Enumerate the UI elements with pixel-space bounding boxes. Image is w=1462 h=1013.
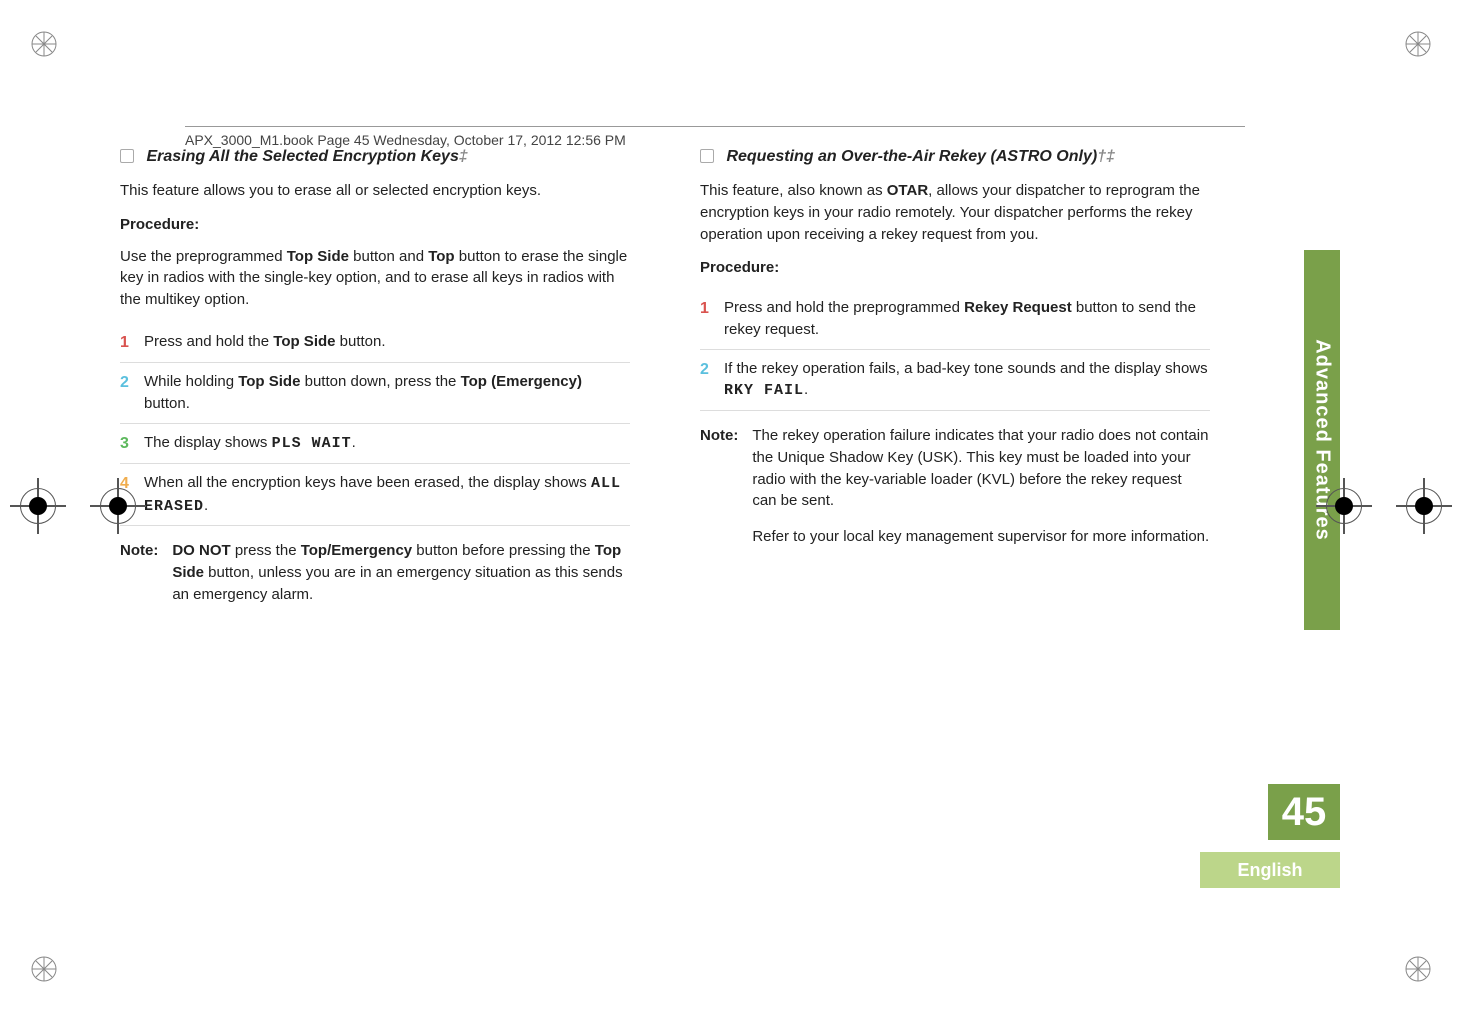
t: If the rekey operation fails, a bad-key … [724, 360, 1208, 377]
t: button. [144, 395, 190, 412]
content-columns: Erasing All the Selected Encryption Keys… [120, 100, 1340, 606]
side-tab: Advanced Features [1304, 250, 1340, 630]
t: button and [349, 248, 428, 265]
step-text: Press and hold the Top Side button. [144, 331, 630, 353]
left-procedure-desc: Use the preprogrammed Top Side button an… [120, 246, 630, 311]
t: press the [231, 542, 301, 559]
left-title-text: Erasing All the Selected Encryption Keys [146, 148, 458, 165]
registration-mark-icon [30, 30, 58, 58]
step-number: 1 [120, 331, 144, 354]
t: Top Side [273, 333, 335, 350]
language-label: English [1200, 852, 1340, 888]
t: button, unless you are in an emergency s… [172, 564, 622, 603]
left-step: 4 When all the encryption keys have been… [120, 463, 630, 527]
left-note: Note: DO NOT press the Top/Emergency but… [120, 540, 630, 605]
step-text: The display shows PLS WAIT. [144, 432, 630, 455]
registration-mark-icon [1406, 488, 1442, 524]
document-page: APX_3000_M1.book Page 45 Wednesday, Octo… [120, 100, 1340, 910]
t: button before pressing the [412, 542, 595, 559]
t: Press and hold the preprogrammed [724, 299, 964, 316]
t: Top Side [238, 373, 300, 390]
left-intro: This feature allows you to erase all or … [120, 180, 630, 202]
t: Top Side [287, 248, 349, 265]
header-rule [185, 126, 1245, 127]
step-text: When all the encryption keys have been e… [144, 472, 630, 518]
right-section-title: Requesting an Over-the-Air Rekey (ASTRO … [700, 145, 1210, 168]
left-step: 1 Press and hold the Top Side button. [120, 323, 630, 362]
right-title-text: Requesting an Over-the-Air Rekey (ASTRO … [726, 148, 1097, 165]
note-label: Note: [700, 425, 738, 548]
t: When all the encryption keys have been e… [144, 474, 591, 491]
step-number: 2 [700, 358, 724, 381]
t: Rekey Request [964, 299, 1072, 316]
registration-mark-icon [100, 488, 136, 524]
right-step: 2 If the rekey operation fails, a bad-ke… [700, 349, 1210, 412]
left-column: Erasing All the Selected Encryption Keys… [120, 145, 630, 606]
registration-mark-icon [1404, 955, 1432, 983]
book-icon [120, 149, 134, 163]
t: Top/Emergency [301, 542, 412, 559]
left-procedure-label: Procedure: [120, 214, 630, 236]
step-number: 1 [700, 297, 724, 320]
step-number: 2 [120, 371, 144, 394]
t: . [804, 381, 808, 398]
t: DO NOT [172, 542, 230, 559]
left-step: 3 The display shows PLS WAIT. [120, 423, 630, 463]
note-label: Note: [120, 540, 158, 605]
step-text: While holding Top Side button down, pres… [144, 371, 630, 415]
right-title-dagger: †‡ [1097, 148, 1115, 165]
running-header: APX_3000_M1.book Page 45 Wednesday, Octo… [185, 132, 626, 148]
t: . [352, 434, 356, 451]
book-icon [700, 149, 714, 163]
registration-mark-icon [1326, 488, 1362, 524]
t: Use the preprogrammed [120, 248, 287, 265]
right-column: Requesting an Over-the-Air Rekey (ASTRO … [700, 145, 1210, 606]
lcd-text: PLS WAIT [272, 435, 352, 452]
step-text: Press and hold the preprogrammed Rekey R… [724, 297, 1210, 341]
right-step: 1 Press and hold the preprogrammed Rekey… [700, 289, 1210, 349]
left-title-dagger: ‡ [459, 148, 468, 165]
t: button down, press the [300, 373, 460, 390]
note-paragraph: The rekey operation failure indicates th… [752, 425, 1210, 512]
t: OTAR [887, 182, 928, 199]
step-number: 3 [120, 432, 144, 455]
t: The display shows [144, 434, 272, 451]
page-number: 45 [1268, 784, 1340, 840]
t: While holding [144, 373, 238, 390]
t: Press and hold the [144, 333, 273, 350]
t: Top (Emergency) [461, 373, 582, 390]
right-procedure-label: Procedure: [700, 257, 1210, 279]
registration-mark-icon [1404, 30, 1432, 58]
t: Top [428, 248, 454, 265]
note-text: The rekey operation failure indicates th… [752, 425, 1210, 548]
step-text: If the rekey operation fails, a bad-key … [724, 358, 1210, 403]
right-intro: This feature, also known as OTAR, allows… [700, 180, 1210, 245]
lcd-text: RKY FAIL [724, 382, 804, 399]
t: . [204, 497, 208, 514]
left-step: 2 While holding Top Side button down, pr… [120, 362, 630, 423]
t: button. [336, 333, 386, 350]
left-section-title: Erasing All the Selected Encryption Keys… [120, 145, 630, 168]
registration-mark-icon [30, 955, 58, 983]
right-note: Note: The rekey operation failure indica… [700, 425, 1210, 548]
note-text: DO NOT press the Top/Emergency button be… [172, 540, 630, 605]
t: This feature, also known as [700, 182, 887, 199]
registration-mark-icon [20, 488, 56, 524]
note-paragraph: Refer to your local key management super… [752, 526, 1210, 548]
